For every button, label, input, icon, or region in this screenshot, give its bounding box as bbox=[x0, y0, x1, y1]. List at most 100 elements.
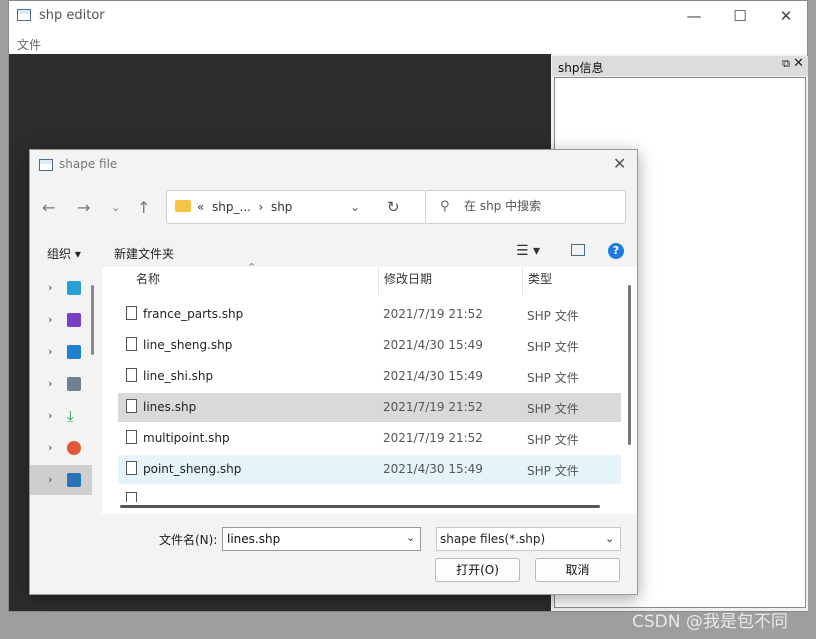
file-date: 2021/4/30 15:49 bbox=[383, 338, 483, 352]
file-name: france_parts.shp bbox=[143, 307, 244, 321]
up-arrow-icon[interactable]: ↑ bbox=[137, 198, 150, 217]
app-icon bbox=[17, 9, 31, 21]
videos-icon bbox=[67, 313, 81, 327]
file-type-value: shape files(*.shp) bbox=[440, 532, 546, 546]
file-row[interactable]: line_sheng.shp 2021/4/30 15:49 SHP 文件 bbox=[118, 331, 621, 360]
tree-item-this-pc[interactable]: › bbox=[30, 465, 92, 495]
menu-bar: 文件 bbox=[9, 31, 807, 54]
download-icon: ⤓ bbox=[67, 407, 74, 425]
file-row-hover[interactable]: point_sheng.shp 2021/4/30 15:49 SHP 文件 bbox=[118, 455, 621, 484]
address-bar[interactable]: « shp_... › shp ⌄ ↻ bbox=[166, 190, 427, 224]
chevron-right-icon[interactable]: › bbox=[48, 441, 52, 454]
help-icon[interactable]: ? bbox=[608, 243, 624, 259]
file-name: line_shi.shp bbox=[143, 369, 214, 383]
file-name-input[interactable] bbox=[222, 527, 421, 551]
dialog-close-button[interactable]: ✕ bbox=[613, 154, 626, 173]
file-row[interactable]: multipoint.shp 2021/7/19 21:52 SHP 文件 bbox=[118, 424, 621, 453]
column-header-date[interactable]: 修改日期 bbox=[384, 272, 432, 300]
file-row-partial[interactable] bbox=[118, 486, 621, 502]
file-type-select[interactable]: shape files(*.shp) ⌄ bbox=[436, 527, 621, 551]
breadcrumb[interactable]: « shp_... › shp bbox=[197, 200, 292, 214]
app-title: shp editor bbox=[39, 8, 105, 23]
file-date: 2021/7/19 21:52 bbox=[383, 431, 483, 445]
organize-menu[interactable]: 组织 ▾ bbox=[47, 245, 81, 262]
file-type: SHP 文件 bbox=[527, 464, 579, 478]
chevron-down-icon[interactable]: ⌄ bbox=[350, 200, 360, 214]
chevron-down-icon[interactable]: ⌄ bbox=[605, 532, 614, 545]
file-name: lines.shp bbox=[143, 400, 197, 414]
menu-file[interactable]: 文件 bbox=[17, 36, 41, 53]
file-type: SHP 文件 bbox=[527, 340, 579, 354]
chevron-right-icon[interactable]: › bbox=[48, 409, 52, 422]
file-date: 2021/7/19 21:52 bbox=[383, 307, 483, 321]
panel-title: shp信息 bbox=[558, 61, 604, 75]
file-row-selected[interactable]: lines.shp 2021/7/19 21:52 SHP 文件 bbox=[118, 393, 621, 422]
recent-chevron-icon[interactable]: ⌄ bbox=[111, 201, 120, 214]
file-list: ⌃ 名称 修改日期 类型 france_parts.shp 2021/7/19 … bbox=[102, 261, 637, 514]
cancel-button[interactable]: 取消 bbox=[535, 558, 620, 582]
window-close-button[interactable]: ✕ bbox=[763, 1, 809, 31]
tree-item-documents[interactable]: › bbox=[30, 369, 92, 399]
documents-icon bbox=[67, 377, 81, 391]
file-type: SHP 文件 bbox=[527, 371, 579, 385]
file-type: SHP 文件 bbox=[527, 402, 579, 416]
folder-icon bbox=[175, 200, 191, 212]
chevron-right-icon[interactable]: › bbox=[48, 313, 52, 326]
vertical-scrollbar[interactable] bbox=[628, 285, 631, 445]
file-name: line_sheng.shp bbox=[143, 338, 233, 352]
minimize-button[interactable]: — bbox=[671, 1, 717, 31]
desktop-icon bbox=[67, 281, 81, 295]
panel-close-button[interactable]: ✕ bbox=[793, 56, 804, 71]
panel-header: shp信息 ⧉ ✕ bbox=[552, 56, 808, 76]
tree-item-downloads[interactable]: › ⤓ bbox=[30, 401, 92, 431]
file-icon bbox=[126, 430, 137, 444]
file-dialog: shape file ✕ ← → ⌄ ↑ « shp_... › shp ⌄ ↻… bbox=[29, 149, 638, 595]
chevron-down-icon[interactable]: ⌄ bbox=[406, 531, 415, 544]
search-input[interactable] bbox=[464, 199, 614, 213]
preview-pane-icon[interactable] bbox=[571, 244, 585, 256]
file-type: SHP 文件 bbox=[527, 309, 579, 323]
tree-scrollbar[interactable] bbox=[91, 285, 94, 355]
dialog-title: shape file bbox=[59, 157, 118, 171]
file-icon bbox=[126, 306, 137, 320]
tree-item-pictures[interactable]: › bbox=[30, 337, 92, 367]
restore-icon[interactable]: ⧉ bbox=[782, 57, 790, 71]
title-bar: shp editor — ☐ ✕ bbox=[9, 1, 807, 31]
file-name: multipoint.shp bbox=[143, 431, 230, 445]
chevron-right-icon[interactable]: › bbox=[48, 345, 52, 358]
dialog-icon bbox=[39, 159, 53, 171]
refresh-icon[interactable]: ↻ bbox=[387, 198, 400, 216]
search-box: ⚲ bbox=[425, 190, 626, 224]
column-header-type[interactable]: 类型 bbox=[528, 272, 552, 300]
chevron-right-icon[interactable]: › bbox=[48, 281, 52, 294]
chevron-right-icon[interactable]: › bbox=[48, 473, 52, 486]
file-icon bbox=[126, 461, 137, 475]
open-button[interactable]: 打开(O) bbox=[435, 558, 520, 582]
file-icon bbox=[126, 492, 137, 502]
computer-icon bbox=[67, 473, 81, 487]
new-folder-button[interactable]: 新建文件夹 bbox=[114, 245, 174, 262]
file-date: 2021/7/19 21:52 bbox=[383, 400, 483, 414]
horizontal-scrollbar[interactable] bbox=[120, 505, 600, 508]
file-name-label: 文件名(N): bbox=[159, 533, 218, 547]
file-type: SHP 文件 bbox=[527, 433, 579, 447]
music-icon bbox=[67, 441, 81, 455]
tree-item-music[interactable]: › bbox=[30, 433, 92, 463]
tree-item-videos[interactable]: › bbox=[30, 305, 92, 335]
forward-arrow-icon[interactable]: → bbox=[77, 198, 90, 217]
file-icon bbox=[126, 368, 137, 382]
back-arrow-icon[interactable]: ← bbox=[42, 198, 55, 217]
tree-item-desktop[interactable]: › bbox=[30, 273, 92, 303]
column-divider[interactable] bbox=[522, 267, 523, 295]
pictures-icon bbox=[67, 345, 81, 359]
watermark: CSDN @我是包不同 bbox=[632, 612, 788, 632]
view-options-icon[interactable]: ☰ ▾ bbox=[516, 243, 540, 259]
search-icon: ⚲ bbox=[440, 199, 450, 214]
column-divider[interactable] bbox=[378, 267, 379, 295]
column-header-name[interactable]: 名称 bbox=[136, 272, 160, 300]
navigation-tree: › › › › › ⤓ › › bbox=[30, 269, 100, 514]
file-row[interactable]: france_parts.shp 2021/7/19 21:52 SHP 文件 bbox=[118, 300, 621, 329]
chevron-right-icon[interactable]: › bbox=[48, 377, 52, 390]
file-row[interactable]: line_shi.shp 2021/4/30 15:49 SHP 文件 bbox=[118, 362, 621, 391]
maximize-button[interactable]: ☐ bbox=[717, 1, 763, 31]
